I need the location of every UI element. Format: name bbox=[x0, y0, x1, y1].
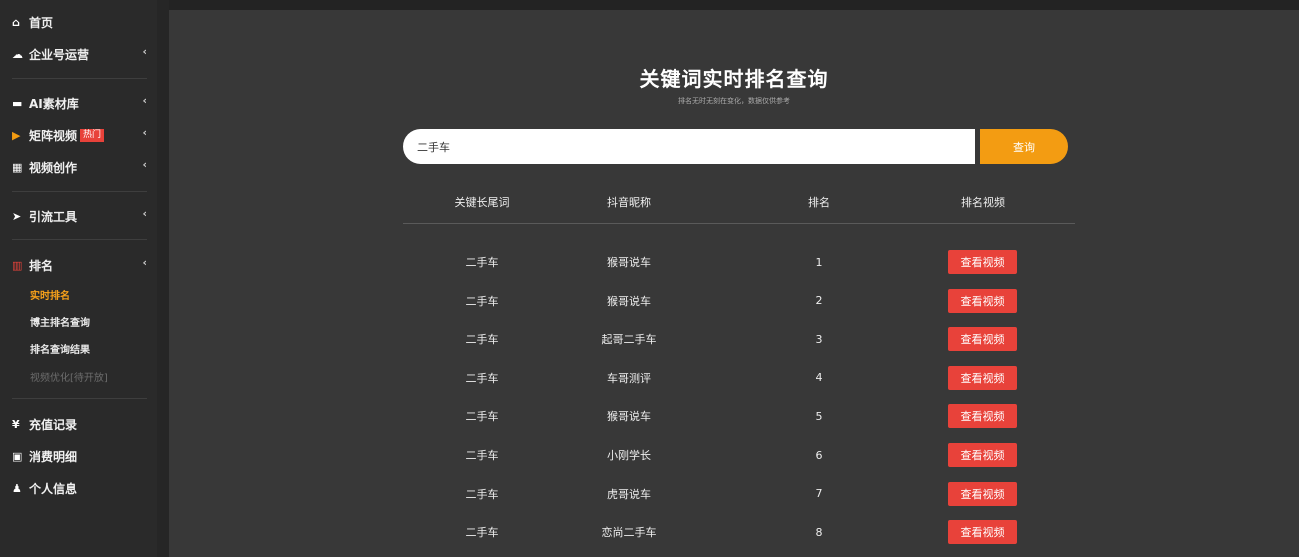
film-icon: ▦ bbox=[12, 160, 23, 174]
column-header-video: 排名视频 bbox=[961, 196, 1005, 209]
sidebar-item-video-creation[interactable]: ▦ 视频创作 ‹ bbox=[0, 156, 157, 178]
sidebar-item-traffic-tools[interactable]: ➤ 引流工具 ‹ bbox=[0, 205, 157, 227]
cell-nickname: 猴哥说车 bbox=[607, 410, 651, 424]
sidebar-item-matrix-video[interactable]: ▶ 矩阵视频 热门 ‹ bbox=[0, 124, 157, 146]
watch-video-button[interactable]: 查看视频 bbox=[948, 288, 1017, 313]
sidebar-item-recharge[interactable]: ¥ 充值记录 bbox=[0, 413, 157, 435]
cell-rank: 5 bbox=[815, 409, 823, 423]
cell-nickname: 起哥二手车 bbox=[601, 333, 657, 347]
watch-video-button[interactable]: 查看视频 bbox=[948, 481, 1017, 506]
watch-video-button[interactable]: 查看视频 bbox=[948, 404, 1017, 429]
table-row: 二手车 恋尚二手车 8 查看视频 bbox=[169, 520, 1299, 545]
sidebar-item-label: 首页 bbox=[29, 15, 54, 30]
table-row: 二手车 猴哥说车 2 查看视频 bbox=[169, 288, 1299, 313]
search-button[interactable]: 查询 bbox=[980, 129, 1068, 164]
sidebar-item-label: 引流工具 bbox=[29, 209, 78, 224]
cell-nickname: 猴哥说车 bbox=[607, 294, 651, 308]
cell-nickname: 猴哥说车 bbox=[607, 256, 651, 269]
sidebar: ⌂ 首页 ☁ 企业号运营 ‹ ▬ AI素材库 ‹ ▶ 矩阵视频 热门 ‹ ▦ 视… bbox=[0, 0, 157, 557]
video-icon: ▶ bbox=[12, 128, 21, 142]
cell-keyword: 二手车 bbox=[465, 333, 499, 347]
chart-icon: ▥ bbox=[12, 258, 23, 272]
chevron-left-icon: ‹ bbox=[142, 207, 147, 220]
divider bbox=[12, 191, 147, 192]
sidebar-item-enterprise[interactable]: ☁ 企业号运营 ‹ bbox=[0, 43, 157, 65]
search-input-value: 二手车 bbox=[417, 140, 450, 154]
table-row: 二手车 起哥二手车 3 查看视频 bbox=[169, 327, 1299, 352]
cell-rank: 8 bbox=[815, 525, 823, 539]
sidebar-item-label: AI素材库 bbox=[29, 96, 79, 111]
search-input[interactable]: 二手车 bbox=[403, 129, 975, 164]
sidebar-item-label: 充值记录 bbox=[29, 417, 78, 432]
cell-nickname: 小刚学长 bbox=[607, 449, 651, 462]
cell-rank: 1 bbox=[815, 255, 823, 269]
cell-keyword: 二手车 bbox=[465, 371, 499, 385]
chevron-left-icon: ‹ bbox=[142, 45, 147, 58]
sidebar-item-ranking[interactable]: ▥ 排名 ‹ bbox=[0, 254, 157, 276]
column-header-nickname: 抖音昵称 bbox=[607, 196, 651, 209]
sidebar-item-label: 视频创作 bbox=[29, 160, 78, 175]
chevron-left-icon: ‹ bbox=[142, 126, 147, 139]
watch-video-button[interactable]: 查看视频 bbox=[948, 520, 1017, 545]
sidebar-item-label: 消费明细 bbox=[29, 449, 78, 464]
cell-rank: 7 bbox=[815, 487, 823, 501]
main-panel: 关键词实时排名查询 排名无时无刻在变化，数据仅供参考 二手车 查询 关键长尾词 … bbox=[169, 10, 1299, 557]
sub-item-video-optimization: 视频优化[待开放] bbox=[30, 372, 108, 384]
hot-badge: 热门 bbox=[80, 128, 105, 142]
table-row: 二手车 虎哥说车 7 查看视频 bbox=[169, 481, 1299, 506]
table-row: 二手车 猴哥说车 1 查看视频 bbox=[169, 250, 1299, 274]
table-header-divider bbox=[403, 223, 1075, 224]
yen-icon: ¥ bbox=[12, 417, 20, 431]
divider bbox=[12, 239, 147, 240]
chevron-left-icon: ‹ bbox=[142, 256, 147, 269]
home-icon: ⌂ bbox=[12, 15, 20, 29]
cloud-icon: ☁ bbox=[12, 47, 23, 61]
sidebar-gutter bbox=[157, 0, 169, 557]
watch-video-button[interactable]: 查看视频 bbox=[948, 250, 1017, 274]
cell-nickname: 车哥测评 bbox=[607, 371, 651, 385]
sidebar-item-label: 企业号运营 bbox=[29, 47, 90, 62]
watch-video-button[interactable]: 查看视频 bbox=[948, 443, 1017, 467]
cell-keyword: 二手车 bbox=[465, 526, 499, 540]
user-icon: ♟ bbox=[12, 481, 22, 495]
sidebar-item-home[interactable]: ⌂ 首页 bbox=[0, 11, 157, 33]
table-row: 二手车 猴哥说车 5 查看视频 bbox=[169, 404, 1299, 429]
cell-rank: 6 bbox=[815, 448, 823, 462]
chevron-left-icon: ‹ bbox=[142, 94, 147, 107]
cell-rank: 2 bbox=[815, 294, 823, 308]
chevron-left-icon: ‹ bbox=[142, 158, 147, 171]
table-row: 二手车 小刚学长 6 查看视频 bbox=[169, 443, 1299, 467]
cell-keyword: 二手车 bbox=[465, 294, 499, 308]
sidebar-item-label: 个人信息 bbox=[29, 481, 78, 496]
watch-video-button[interactable]: 查看视频 bbox=[948, 327, 1017, 352]
sidebar-item-label: 矩阵视频 bbox=[29, 128, 78, 143]
sub-item-ranking-results[interactable]: 排名查询结果 bbox=[30, 340, 90, 356]
sidebar-item-consumption[interactable]: ▣ 消费明细 bbox=[0, 445, 157, 467]
cell-keyword: 二手车 bbox=[465, 449, 499, 462]
page-title: 关键词实时排名查询 bbox=[639, 67, 829, 91]
watch-video-button[interactable]: 查看视频 bbox=[948, 365, 1017, 390]
send-icon: ➤ bbox=[12, 209, 22, 223]
table-row: 二手车 车哥测评 4 查看视频 bbox=[169, 365, 1299, 390]
column-header-rank: 排名 bbox=[808, 196, 830, 209]
sub-item-blogger-ranking[interactable]: 博主排名查询 bbox=[30, 313, 90, 329]
cell-keyword: 二手车 bbox=[465, 256, 499, 269]
sidebar-item-label: 排名 bbox=[29, 258, 54, 273]
money-icon: ▣ bbox=[12, 449, 23, 463]
cell-nickname: 虎哥说车 bbox=[607, 487, 651, 501]
page-subtitle: 排名无时无刻在变化，数据仅供参考 bbox=[678, 97, 790, 105]
cell-keyword: 二手车 bbox=[465, 487, 499, 501]
cell-rank: 3 bbox=[815, 332, 823, 346]
cell-nickname: 恋尚二手车 bbox=[601, 526, 657, 540]
divider bbox=[12, 398, 147, 399]
divider bbox=[12, 78, 147, 79]
column-header-keyword: 关键长尾词 bbox=[454, 196, 510, 209]
cell-rank: 4 bbox=[815, 371, 823, 385]
sidebar-item-ai-library[interactable]: ▬ AI素材库 ‹ bbox=[0, 92, 157, 114]
sidebar-item-profile[interactable]: ♟ 个人信息 bbox=[0, 477, 157, 499]
folder-icon: ▬ bbox=[12, 96, 23, 110]
sub-item-realtime-ranking[interactable]: 实时排名 bbox=[30, 286, 70, 302]
cell-keyword: 二手车 bbox=[465, 410, 499, 424]
